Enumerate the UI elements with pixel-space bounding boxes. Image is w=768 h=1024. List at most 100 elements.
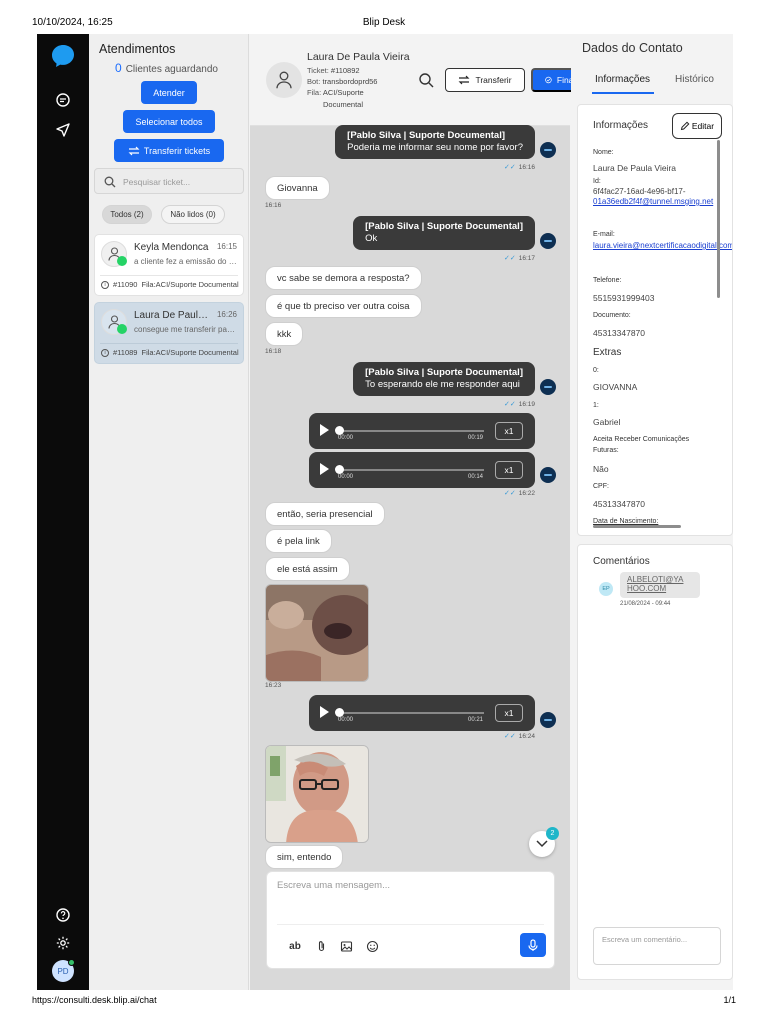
chat-panel: Laura De Paula Vieira Ticket: #110892 Bo… bbox=[250, 34, 591, 990]
ticket-item-selected[interactable]: Laura De Paula Vieira 16:26 consegue me … bbox=[94, 302, 244, 364]
ticket-item[interactable]: Keyla Mendonca 16:15 a cliente fez a emi… bbox=[94, 234, 244, 296]
read-check-icon: ✓✓ bbox=[503, 164, 516, 171]
whatsapp-icon bbox=[117, 324, 127, 334]
info-icon: i bbox=[101, 280, 109, 289]
print-url: https://consulti.desk.blip.ai/chat bbox=[32, 995, 157, 1005]
attach-icon[interactable] bbox=[313, 938, 329, 954]
filter-unread[interactable]: Não lidos (0) bbox=[161, 205, 225, 224]
agent-sender: [Pablo Silva | Suporte Documental] bbox=[347, 130, 506, 141]
comment-author-avatar: EP bbox=[599, 582, 613, 596]
print-page-number: 1/1 bbox=[723, 995, 736, 1005]
image-icon[interactable] bbox=[338, 938, 354, 954]
bot-avatar bbox=[540, 712, 556, 728]
search-icon[interactable] bbox=[418, 72, 434, 88]
comment-input[interactable]: Escreva um comentário... bbox=[593, 927, 721, 965]
edit-button[interactable]: Editar bbox=[672, 113, 722, 139]
message-input[interactable]: Escreva uma mensagem... bbox=[277, 880, 547, 891]
vertical-scrollbar[interactable] bbox=[717, 140, 720, 298]
audio-message: 00:00 00:19 x1 bbox=[309, 413, 535, 449]
chat-icon[interactable] bbox=[53, 90, 73, 110]
phone-value: 5515931999403 bbox=[593, 293, 655, 303]
id-label: Id: bbox=[593, 178, 601, 185]
client-message: sim, entendo bbox=[265, 845, 344, 869]
chat-contact-name: Laura De Paula Vieira bbox=[307, 51, 410, 63]
read-check-icon: ✓✓ bbox=[503, 255, 516, 262]
audio-progress-track[interactable] bbox=[338, 712, 484, 714]
filter-all[interactable]: Todos (2) bbox=[102, 205, 152, 224]
client-photo[interactable] bbox=[265, 745, 369, 843]
transfer-icon bbox=[459, 75, 470, 85]
comment-date: 21/08/2024 - 09:44 bbox=[620, 601, 671, 607]
agent-sender: [Pablo Silva | Suporte Documental] bbox=[365, 221, 523, 232]
send-icon[interactable] bbox=[53, 120, 73, 140]
info-section-title: Informações bbox=[593, 120, 649, 131]
waiting-label: Clientes aguardando bbox=[125, 64, 218, 75]
pencil-icon bbox=[680, 121, 690, 131]
tab-historico[interactable]: Histórico bbox=[675, 74, 714, 85]
ticket-queue: Fila:ACI/Suporte Documental bbox=[141, 348, 239, 357]
audio-duration: 00:21 bbox=[468, 717, 484, 723]
consent-label-cont: Futuras: bbox=[593, 447, 619, 454]
audio-progress-handle[interactable] bbox=[335, 426, 344, 435]
text-format-button[interactable]: ab bbox=[287, 938, 303, 954]
document-value: 45313347870 bbox=[593, 328, 646, 338]
blip-logo-icon[interactable] bbox=[51, 44, 75, 68]
client-photo[interactable] bbox=[265, 584, 369, 682]
help-icon[interactable] bbox=[53, 905, 73, 925]
chevron-down-icon bbox=[536, 840, 548, 848]
emoji-icon[interactable] bbox=[364, 938, 380, 954]
settings-icon[interactable] bbox=[53, 933, 73, 953]
play-icon[interactable] bbox=[320, 463, 329, 475]
photo-image bbox=[266, 585, 368, 681]
ticket-footer: i #11090 Fila:ACI/Suporte Documental bbox=[101, 280, 239, 289]
email-link[interactable]: laura.vieira@nextcertificacaodigital.com… bbox=[593, 241, 732, 250]
horizontal-scrollbar[interactable] bbox=[593, 525, 681, 528]
user-avatar[interactable]: PD bbox=[52, 959, 75, 982]
audio-speed-button[interactable]: x1 bbox=[495, 704, 523, 722]
microphone-button[interactable] bbox=[520, 933, 546, 957]
print-title: Blip Desk bbox=[362, 17, 406, 28]
ticket-preview: consegue me transferir para o atendente bbox=[134, 325, 237, 334]
ticket-preview: a cliente fez a emissão do certificado bbox=[134, 257, 237, 266]
audio-speed-button[interactable]: x1 bbox=[495, 422, 523, 440]
agent-message-text: Ok bbox=[365, 233, 378, 244]
attend-button[interactable]: Atender bbox=[141, 81, 197, 104]
id-link[interactable]: 01a36edb2f4f@tunnel.msging.net bbox=[593, 197, 713, 206]
ticket-divider bbox=[100, 275, 238, 276]
message-time: 16:23 bbox=[265, 682, 282, 689]
chat-bot-info: Bot: transbordoprd56 bbox=[307, 77, 378, 86]
audio-progress-track[interactable] bbox=[338, 430, 484, 432]
contact-panel: Dados do Contato Informações Histórico I… bbox=[571, 34, 733, 990]
extra1-value: Gabriel bbox=[593, 417, 621, 427]
name-label: Nome: bbox=[593, 149, 614, 156]
bot-avatar bbox=[540, 142, 556, 158]
play-icon[interactable] bbox=[320, 706, 329, 718]
message-time: ✓✓ 16:19 bbox=[503, 400, 535, 409]
document-label: Documento: bbox=[593, 312, 631, 319]
message-composer: Escreva uma mensagem... ab bbox=[266, 871, 555, 969]
ticket-time: 16:15 bbox=[216, 242, 237, 251]
play-icon[interactable] bbox=[320, 424, 329, 436]
ticket-search-input[interactable]: Pesquisar ticket... bbox=[94, 168, 244, 194]
ticket-search-placeholder: Pesquisar ticket... bbox=[123, 177, 191, 187]
waiting-clients: 0 Clientes aguardando bbox=[115, 61, 218, 75]
waiting-count: 0 bbox=[115, 61, 122, 75]
comment-text: ALBELOTI@YA bbox=[627, 575, 684, 584]
read-check-icon: ✓✓ bbox=[503, 401, 516, 408]
edit-label: Editar bbox=[691, 121, 715, 131]
check-circle-icon bbox=[545, 76, 552, 84]
select-all-button[interactable]: Selecionar todos bbox=[123, 110, 215, 133]
unread-badge: 2 bbox=[546, 827, 559, 840]
audio-progress-track[interactable] bbox=[338, 469, 484, 471]
transfer-button[interactable]: Transferir bbox=[445, 68, 525, 92]
agent-message-text: To esperando ele me responder aqui bbox=[365, 379, 520, 390]
audio-progress-handle[interactable] bbox=[335, 465, 344, 474]
transfer-tickets-button[interactable]: Transferir tickets bbox=[114, 139, 224, 162]
bot-avatar bbox=[540, 379, 556, 395]
audio-current-time: 00:00 bbox=[338, 435, 354, 441]
audio-speed-button[interactable]: x1 bbox=[495, 461, 523, 479]
consent-value: Não bbox=[593, 464, 609, 474]
navigation-rail: PD bbox=[37, 34, 89, 990]
tab-informacoes[interactable]: Informações bbox=[595, 74, 650, 85]
audio-progress-handle[interactable] bbox=[335, 708, 344, 717]
